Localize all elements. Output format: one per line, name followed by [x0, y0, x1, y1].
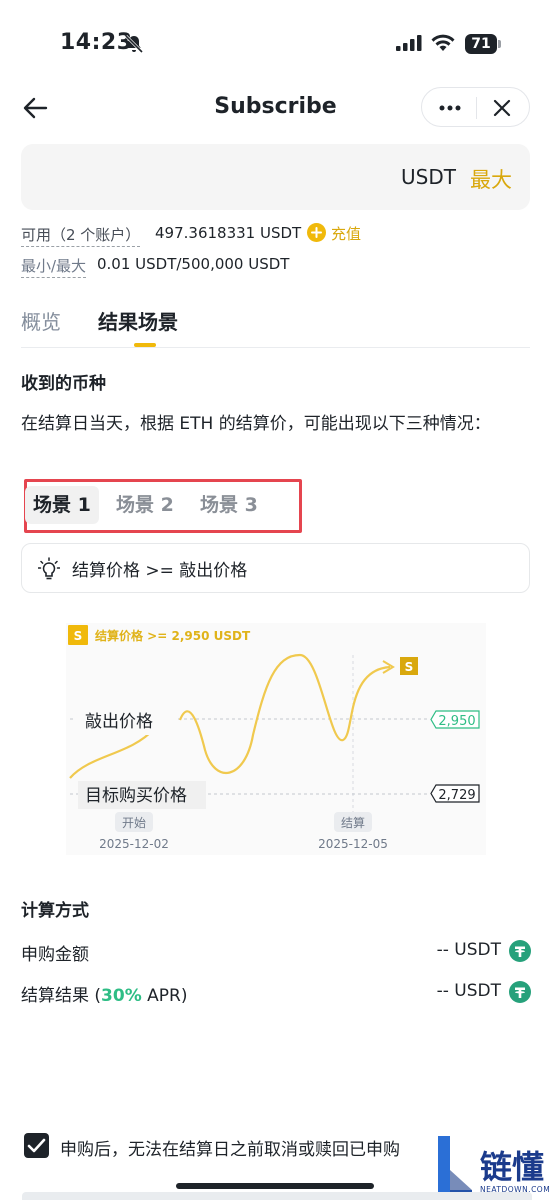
knockout-label: 敲出价格: [85, 712, 153, 732]
svg-text:链懂: 链懂: [480, 1148, 544, 1186]
condition-card: 结算价格 >= 敲出价格: [21, 543, 530, 593]
start-label: 开始: [122, 816, 146, 830]
settle-result-row: 结算结果 (30% APR) -- USDT: [21, 981, 531, 1011]
settle-result-label: 结算结果 (: [21, 986, 102, 1006]
bell-muted-icon: [124, 34, 144, 54]
section-description: 在结算日当天，根据 ETH 的结算价，可能出现以下三种情况：: [21, 414, 491, 434]
section-title: 收到的币种: [21, 374, 106, 394]
mini-program-capsule: [421, 87, 530, 127]
legend-badge-text: S: [74, 629, 83, 643]
settle-date: 2025-12-05: [318, 837, 388, 851]
plus-circle-icon[interactable]: [307, 223, 326, 242]
subscribe-amount-row: 申购金额 -- USDT: [21, 940, 531, 970]
tab-divider: [21, 347, 530, 348]
battery-indicator: 71: [465, 34, 501, 54]
limit-value: 0.01 USDT/500,000 USDT: [97, 255, 290, 273]
target-label: 目标购买价格: [85, 786, 187, 806]
topup-link[interactable]: 充值: [331, 223, 361, 244]
tab-overview[interactable]: 概览: [21, 306, 61, 335]
bottom-action-bar: [22, 1192, 532, 1200]
signal-icon: [396, 35, 422, 51]
scenario-tab-3[interactable]: 场景 3: [192, 486, 266, 524]
more-icon[interactable]: [438, 100, 462, 116]
apr-value: 30%: [101, 986, 142, 1006]
available-value: 497.3618331 USDT: [155, 224, 302, 242]
close-icon[interactable]: [492, 98, 512, 118]
usdt-tether-icon: [509, 940, 531, 962]
subscribe-amount-value: -- USDT: [436, 940, 501, 960]
legend-text: 结算价格 >= 2,950 USDT: [95, 628, 251, 643]
usdt-tether-icon: [509, 981, 531, 1003]
subscribe-amount-label: 申购金额: [21, 945, 89, 965]
settle-result-value: -- USDT: [436, 981, 501, 1001]
scenario-tab-2[interactable]: 场景 2: [108, 486, 182, 524]
status-time: 14:23: [60, 30, 133, 55]
agreement-checkbox[interactable]: [24, 1133, 49, 1158]
tab-scenarios[interactable]: 结果场景: [98, 306, 178, 335]
amount-unit: USDT: [401, 165, 456, 189]
limit-label[interactable]: 最小/最大: [21, 255, 87, 278]
agreement-text: 申购后，无法在结算日之前取消或赎回已申购: [60, 1140, 400, 1160]
target-value: 2,729: [438, 788, 475, 803]
wifi-icon: [431, 34, 455, 51]
start-date: 2025-12-02: [99, 837, 169, 851]
watermark-logo: 链懂 NEATDOWN.COM: [436, 1130, 551, 1200]
settle-label: 结算: [341, 815, 365, 830]
available-label[interactable]: 可用（2 个账户）: [21, 224, 141, 247]
scenario-tab-1[interactable]: 场景 1: [25, 486, 99, 524]
home-indicator: [176, 1183, 374, 1189]
calc-title: 计算方式: [21, 901, 89, 921]
settle-result-suffix: APR): [141, 986, 188, 1006]
condition-text: 结算价格 >= 敲出价格: [72, 561, 248, 581]
checkmark-icon: [27, 1138, 46, 1153]
end-badge-text: S: [405, 660, 414, 674]
lightbulb-icon: [38, 557, 60, 580]
max-button[interactable]: 最大: [470, 164, 512, 194]
scenario-chart: S 结算价格 >= 2,950 USDT S 敲出价格 目标购买价格 2,950…: [66, 623, 486, 855]
amount-input[interactable]: USDT 最大: [21, 144, 530, 210]
knockout-value: 2,950: [438, 714, 475, 729]
